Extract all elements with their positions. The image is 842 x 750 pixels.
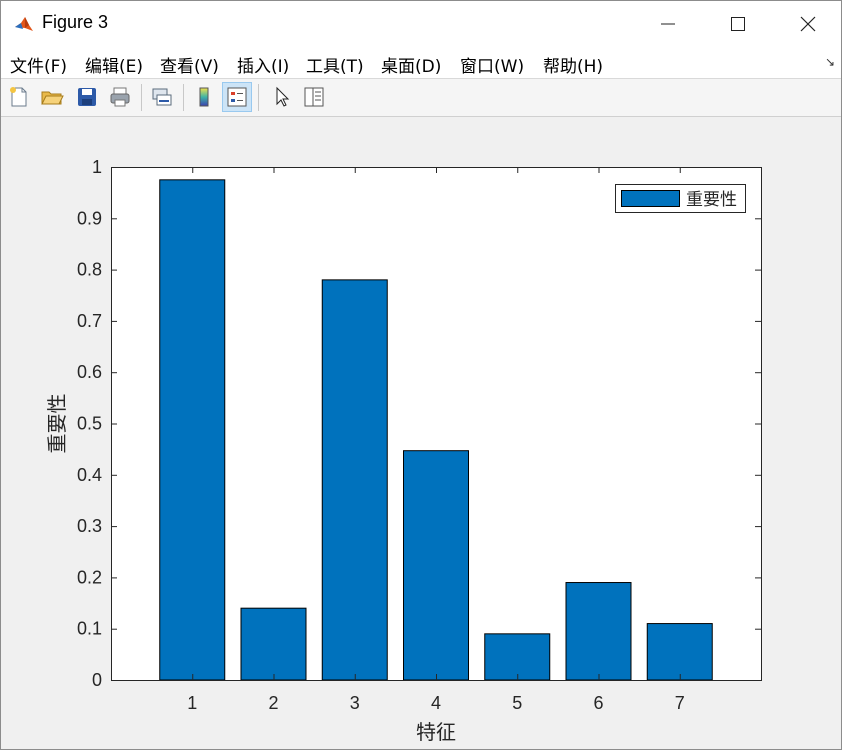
toolbar-separator [183,84,184,111]
legend-swatch [621,190,680,207]
save-button[interactable] [72,82,102,112]
menu-tools[interactable]: 工具(T) [306,52,364,77]
figure-window: Figure 3 文件(F) 编辑(E) 查看(V) 插入(I) 工具(T) 桌… [0,0,842,750]
x-tick-label: 5 [512,693,522,713]
insert-colorbar-button[interactable] [189,82,219,112]
dock-arrow-icon[interactable]: ↘ [825,55,835,69]
toolbar [1,79,841,117]
y-tick-label: 0.1 [77,619,102,639]
open-file-icon [41,91,64,105]
x-axis-label: 特征 [416,720,456,744]
matlab-logo-icon [13,13,35,35]
minimize-icon [661,23,675,24]
y-tick-label: 0.7 [77,311,102,331]
y-axis-label: 重要性 [45,394,69,454]
link-plot-button[interactable] [147,82,177,112]
edit-plot-arrow-icon [276,86,290,107]
y-tick-label: 0.5 [77,414,102,434]
y-tick-label: 0.8 [77,260,102,280]
link-plot-icon [152,88,172,106]
y-tick-label: 0.6 [77,362,102,382]
print-icon [110,87,130,107]
x-tick-label: 6 [593,693,603,713]
bar-5 [484,633,551,681]
y-tick-label: 0.2 [77,567,102,587]
y-tick-label: 0 [92,670,102,690]
menu-bar: 文件(F) 编辑(E) 查看(V) 插入(I) 工具(T) 桌面(D) 窗口(W… [1,46,841,79]
legend-label: 重要性 [686,190,737,210]
bar-3 [321,279,388,681]
x-tick-label: 2 [268,693,278,713]
new-figure-icon [10,87,27,107]
colorbar-icon [199,87,209,107]
menu-insert[interactable]: 插入(I) [237,52,289,77]
menu-edit[interactable]: 编辑(E) [85,52,143,77]
bar-7 [646,623,713,681]
title-bar: Figure 3 [1,1,841,46]
y-tick-label: 0.9 [77,208,102,228]
figure-canvas: 1 2 3 4 5 6 7 0 0.1 0.2 0.3 0.4 0.5 0.6 0.7 0.8 0.9 1 重要性… [1,118,841,749]
toolbar-separator [141,84,142,111]
x-tick-label: 3 [350,693,360,713]
menu-help[interactable]: 帮助(H) [543,52,603,77]
y-tick-label: 0.3 [77,516,102,536]
bar-2 [240,607,307,681]
window-title: Figure 3 [42,12,109,32]
close-button[interactable] [773,1,842,46]
close-icon [800,16,816,31]
property-inspector-button[interactable] [299,82,329,112]
toolbar-separator [258,84,259,111]
x-tick-label: 7 [675,693,685,713]
bar-1 [159,179,226,681]
insert-legend-button[interactable] [222,82,252,112]
property-inspector-icon [304,87,324,107]
menu-file[interactable]: 文件(F) [10,52,67,77]
y-tick-label: 0.4 [77,465,102,485]
menu-window[interactable]: 窗口(W) [460,52,524,77]
legend-icon [227,87,247,107]
bar-chart: 1 2 3 4 5 6 7 0 0.1 0.2 0.3 0.4 0.5 0.6 0.7 0.8 0.9 1 重要性… [45,157,762,744]
y-tick-label: 1 [92,157,102,177]
maximize-icon [731,16,745,31]
menu-desktop[interactable]: 桌面(D) [381,52,441,77]
maximize-button[interactable] [703,1,773,46]
edit-plot-button[interactable] [267,82,297,112]
x-tick-label: 1 [187,693,197,713]
legend[interactable]: 重要性 [615,184,746,213]
minimize-button[interactable] [633,1,703,46]
open-file-button[interactable] [37,82,67,112]
bar-4 [403,450,469,681]
new-figure-button[interactable] [4,82,34,112]
print-button[interactable] [105,82,135,112]
bar-6 [565,582,632,681]
x-tick-label: 4 [431,693,441,713]
menu-view[interactable]: 查看(V) [160,52,219,77]
save-icon [78,88,96,106]
